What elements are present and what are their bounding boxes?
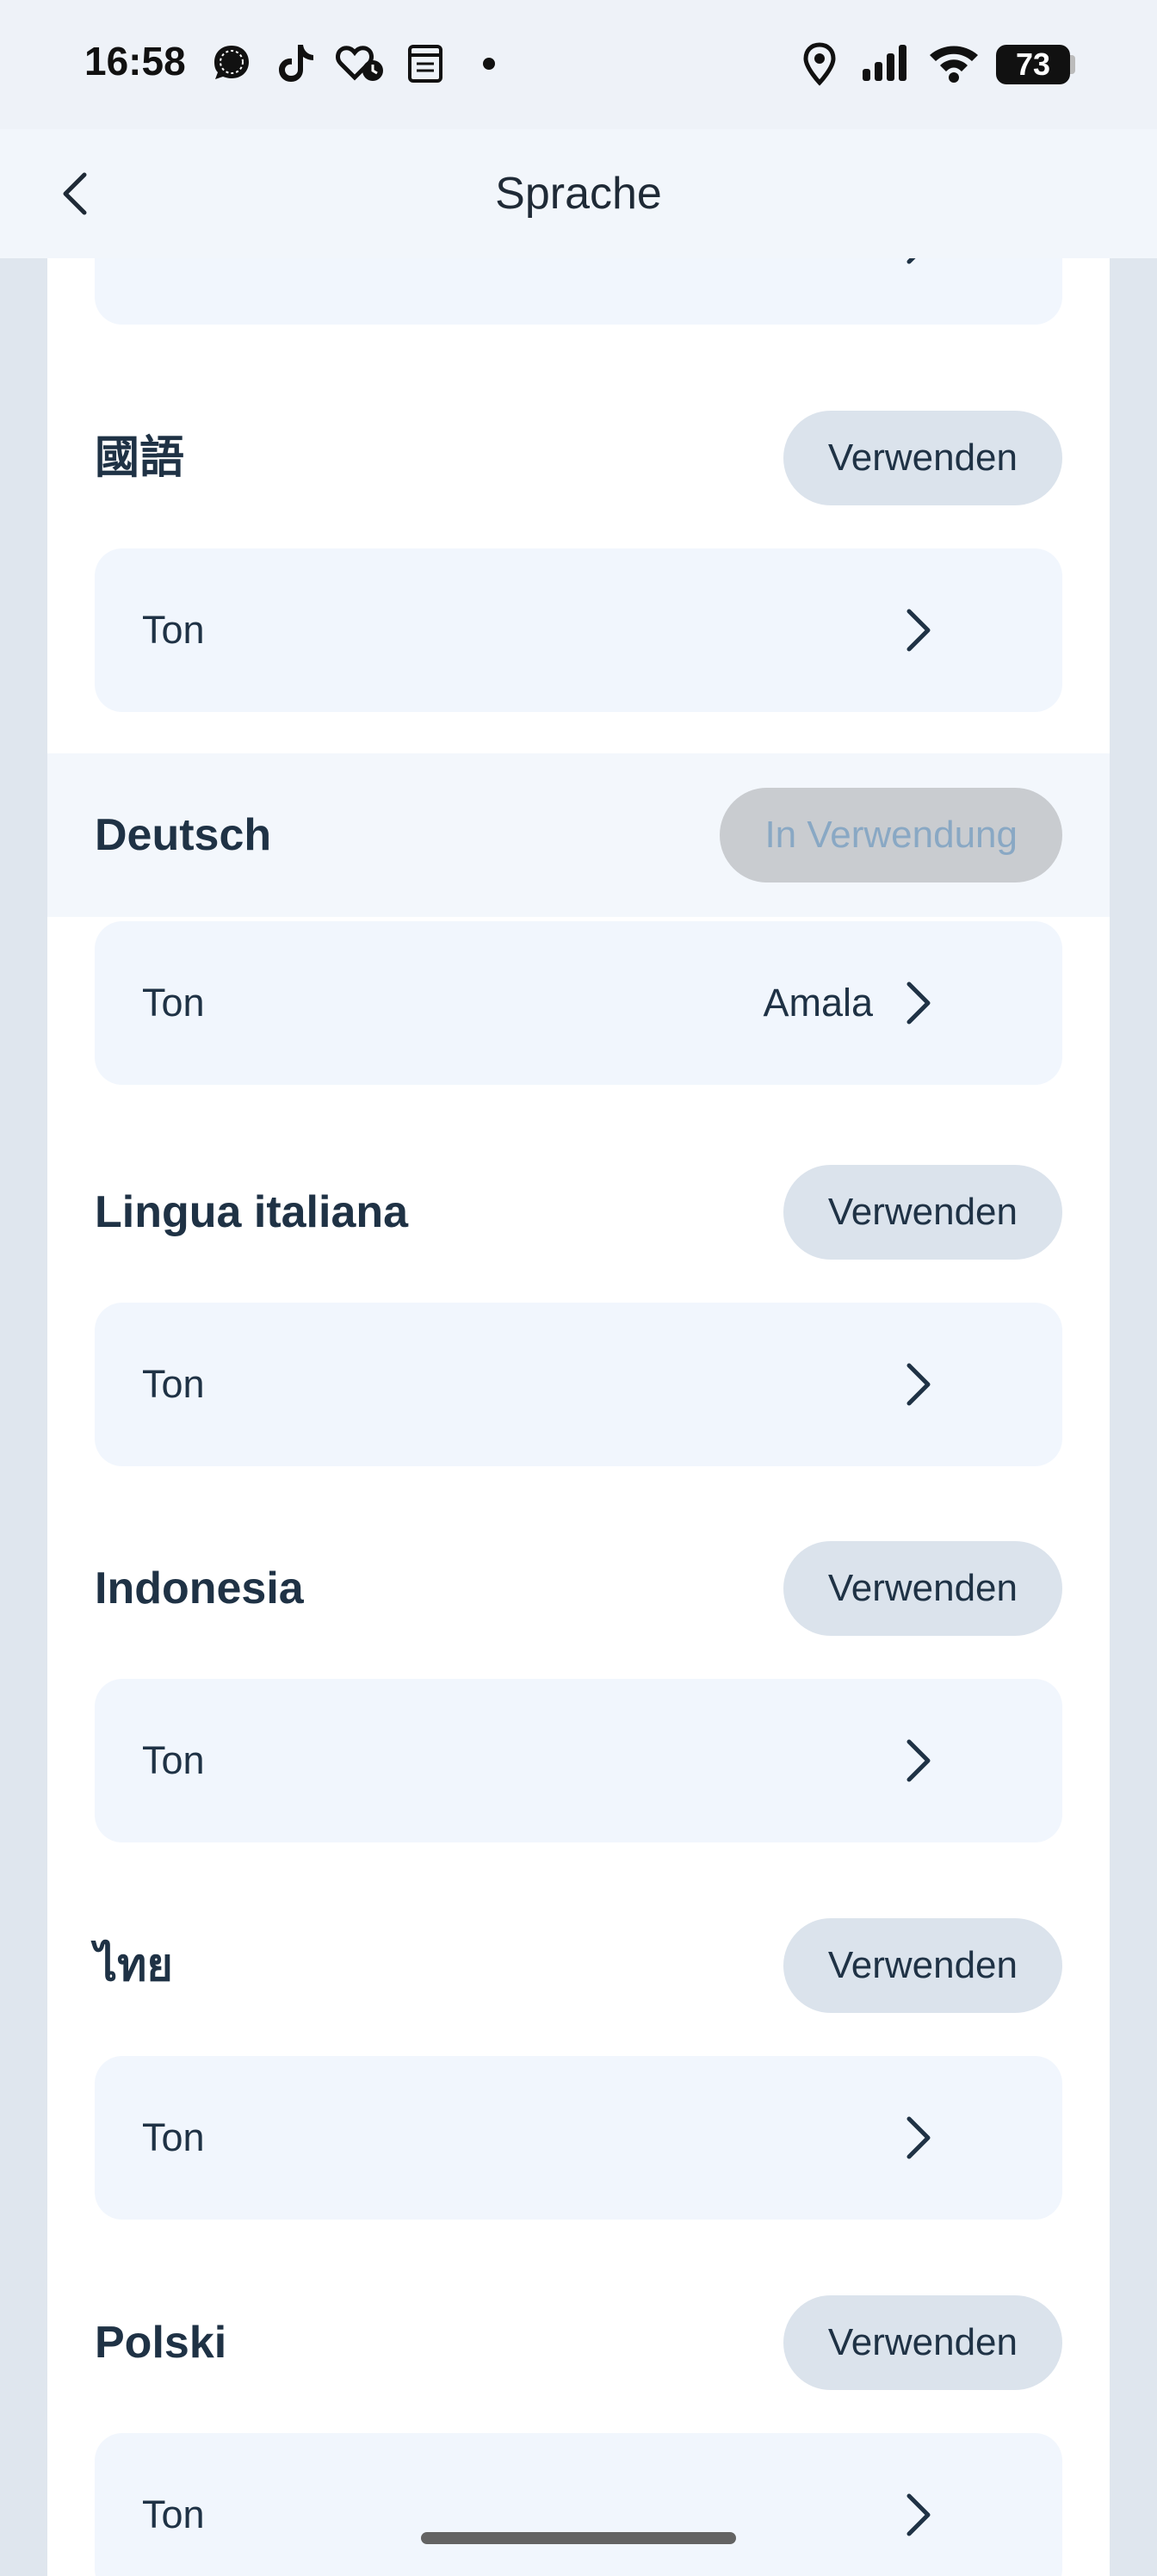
nav-bar: Sprache bbox=[0, 129, 1157, 258]
ton-row[interactable]: Ton bbox=[95, 258, 1062, 325]
signal-icon bbox=[863, 45, 906, 81]
chevron-right-icon bbox=[906, 2493, 931, 2536]
use-language-button[interactable]: Verwenden bbox=[783, 1541, 1062, 1636]
status-bar: 16:58 73 bbox=[0, 0, 1157, 129]
home-indicator[interactable] bbox=[421, 2532, 736, 2544]
battery-icon: 73 bbox=[996, 45, 1070, 84]
chevron-right-icon bbox=[906, 609, 931, 652]
language-name: Lingua italiana bbox=[95, 1187, 409, 1237]
ton-label: Ton bbox=[142, 2492, 205, 2536]
ton-value: Amala bbox=[763, 981, 873, 1025]
language-name: Indonesia bbox=[95, 1564, 304, 1613]
language-header: Deutsch In Verwendung bbox=[47, 753, 1110, 917]
battery-tip bbox=[1070, 55, 1075, 74]
ton-label: Ton bbox=[142, 2115, 205, 2159]
tiktok-icon bbox=[279, 45, 313, 82]
language-list: Ton 國語 Verwenden Ton Deutsch In Verwendu… bbox=[47, 258, 1110, 2576]
use-language-button[interactable]: Verwenden bbox=[783, 1165, 1062, 1260]
use-language-button[interactable]: Verwenden bbox=[783, 1918, 1062, 2013]
chevron-right-icon bbox=[906, 1739, 931, 1782]
chevron-right-icon bbox=[906, 981, 931, 1025]
language-header: ไทย Verwenden bbox=[47, 1884, 1110, 2047]
status-time: 16:58 bbox=[84, 39, 186, 84]
language-header: Lingua italiana Verwenden bbox=[47, 1130, 1110, 1294]
ton-row[interactable]: Ton bbox=[95, 548, 1062, 712]
ton-row[interactable]: Ton bbox=[95, 1679, 1062, 1842]
language-name: Deutsch bbox=[95, 810, 272, 860]
dot-icon bbox=[483, 58, 495, 70]
ton-label: Ton bbox=[142, 608, 205, 652]
in-use-button: In Verwendung bbox=[720, 788, 1062, 882]
chevron-right-icon bbox=[906, 2116, 931, 2159]
ton-label: Ton bbox=[142, 1362, 205, 1406]
ton-row[interactable]: Ton bbox=[95, 2433, 1062, 2576]
calendar-icon bbox=[408, 45, 442, 83]
wifi-icon bbox=[930, 46, 978, 83]
ton-label: Ton bbox=[142, 981, 205, 1025]
language-header: Polski Verwenden bbox=[47, 2261, 1110, 2424]
chevron-right-icon bbox=[906, 258, 916, 264]
language-name: ไทย bbox=[95, 1941, 173, 1991]
health-app-icon bbox=[336, 46, 383, 81]
language-header: Indonesia Verwenden bbox=[47, 1507, 1110, 1670]
language-header: 國語 Verwenden bbox=[47, 376, 1110, 540]
use-language-button[interactable]: Verwenden bbox=[783, 2295, 1062, 2390]
location-icon bbox=[803, 42, 836, 86]
ton-label: Ton bbox=[142, 1738, 205, 1782]
chat-bubble-icon bbox=[214, 46, 249, 79]
ton-row[interactable]: Ton Amala bbox=[95, 921, 1062, 1085]
chevron-right-icon bbox=[906, 1363, 931, 1406]
language-name: Polski bbox=[95, 2318, 227, 2368]
page-title: Sprache bbox=[495, 169, 662, 219]
ton-row[interactable]: Ton bbox=[95, 2056, 1062, 2220]
ton-label: Ton bbox=[142, 258, 205, 325]
use-language-button[interactable]: Verwenden bbox=[783, 411, 1062, 505]
language-name: 國語 bbox=[95, 433, 185, 483]
ton-row[interactable]: Ton bbox=[95, 1303, 1062, 1466]
